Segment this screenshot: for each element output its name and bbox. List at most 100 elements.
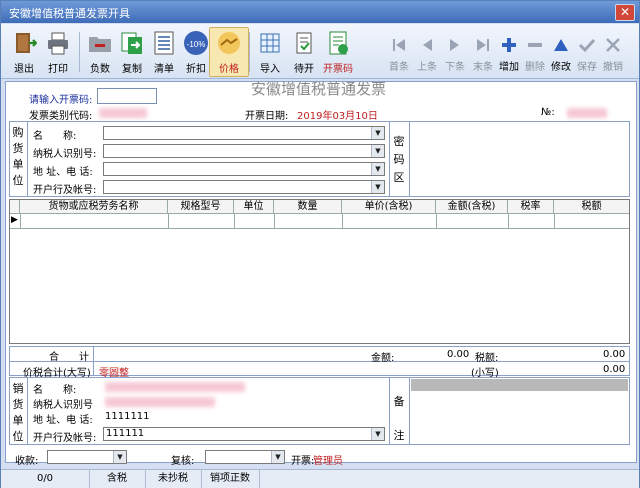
buyer-bank-label: 开户行及帐号: bbox=[33, 185, 97, 196]
delete-label: 删除 bbox=[525, 62, 545, 73]
import-button[interactable]: 导入 bbox=[251, 28, 289, 76]
remark-header-bar bbox=[411, 379, 628, 391]
status-record-count: 0/0 bbox=[1, 470, 90, 488]
exit-button[interactable]: 退出 bbox=[5, 28, 43, 76]
buyer-section-heading: 购 货 单 位 bbox=[12, 125, 24, 189]
prev-record-button[interactable]: 上条 bbox=[413, 28, 441, 76]
cipher-heading-char: 区 bbox=[393, 171, 405, 184]
toolbar-separator bbox=[249, 32, 250, 72]
remark-heading-char: 备 bbox=[393, 395, 405, 408]
save-button[interactable]: 保存 bbox=[573, 28, 601, 76]
seller-heading-char: 货 bbox=[12, 398, 24, 411]
invoice-heading: 安徽增值税普通发票 bbox=[251, 80, 387, 98]
invoice-code-button[interactable]: 开票码 bbox=[319, 28, 357, 76]
copy-icon bbox=[121, 32, 142, 54]
column-header[interactable]: 单位 bbox=[234, 200, 274, 214]
price-button[interactable]: 价格 bbox=[209, 27, 249, 77]
invoice-code-input[interactable] bbox=[97, 88, 157, 104]
first-record-button[interactable]: 首条 bbox=[385, 28, 413, 76]
cell-line bbox=[554, 214, 555, 228]
next-record-button[interactable]: 下条 bbox=[441, 28, 469, 76]
buyer-heading-char: 单 bbox=[12, 158, 24, 171]
signatures-row: 收款: ▼ 复核: ▼ 开票: 管理员 bbox=[1, 448, 639, 468]
remark-heading: 备 注 bbox=[393, 385, 405, 453]
column-header[interactable]: 货物或应税劳务名称 bbox=[20, 200, 168, 214]
edit-button[interactable]: 修改 bbox=[547, 28, 575, 76]
total-tax-value: 0.00 bbox=[603, 349, 626, 360]
reviewer-label: 复核: bbox=[171, 456, 195, 467]
type-code-value bbox=[99, 108, 147, 118]
seller-address-value: 1111111 bbox=[105, 411, 150, 422]
status-invoice-kind: 销项正数 bbox=[201, 470, 260, 488]
print-button[interactable]: 打印 bbox=[39, 28, 77, 76]
chevron-down-icon: ▼ bbox=[371, 181, 384, 193]
delete-button[interactable]: 删除 bbox=[521, 28, 549, 76]
first-record-icon bbox=[393, 39, 405, 51]
column-header[interactable]: 税额 bbox=[554, 200, 629, 214]
pending-button[interactable]: 待开 bbox=[285, 28, 323, 76]
seller-heading-char: 位 bbox=[12, 430, 24, 443]
pending-label: 待开 bbox=[294, 64, 314, 75]
chevron-down-icon: ▼ bbox=[371, 145, 384, 157]
printer-icon bbox=[48, 32, 68, 55]
title-bar: 安徽增值税普通发票开具 ✕ bbox=[1, 1, 639, 23]
cell-line bbox=[20, 214, 21, 228]
seller-taxid-label: 纳税人识别号 bbox=[33, 400, 93, 411]
window-title: 安徽增值税普通发票开具 bbox=[9, 7, 130, 20]
issuer-label: 开票: bbox=[291, 456, 315, 467]
status-bar: 0/0 含税 未抄税 销项正数 bbox=[1, 469, 639, 488]
divider bbox=[27, 377, 28, 445]
seller-bank-label: 开户行及帐号: bbox=[33, 433, 97, 444]
import-label: 导入 bbox=[260, 64, 280, 75]
cipher-area-heading: 密 码 区 bbox=[393, 133, 405, 187]
buyer-name-label: 名 称: bbox=[33, 131, 77, 142]
divider bbox=[409, 377, 410, 445]
column-header[interactable]: 单价(含税) bbox=[342, 200, 436, 214]
list-icon bbox=[154, 31, 174, 55]
divider bbox=[9, 361, 630, 362]
column-header[interactable]: 税率 bbox=[508, 200, 554, 214]
reviewer-select[interactable]: ▼ bbox=[205, 450, 285, 464]
chevron-down-icon: ▼ bbox=[371, 428, 384, 440]
add-button[interactable]: 增加 bbox=[495, 28, 523, 76]
seller-bank-select[interactable]: 111111 ▼ bbox=[103, 427, 385, 441]
column-header[interactable]: 金额(含税) bbox=[436, 200, 508, 214]
issue-date-value: 2019年03月10日 bbox=[297, 111, 378, 122]
undo-button[interactable]: 撤销 bbox=[599, 28, 627, 76]
buyer-heading-char: 货 bbox=[12, 142, 24, 155]
issue-date-label: 开票日期: bbox=[245, 111, 289, 122]
exit-label: 退出 bbox=[14, 64, 34, 75]
buyer-name-select[interactable]: ▼ bbox=[103, 126, 385, 140]
buyer-address-select[interactable]: ▼ bbox=[103, 162, 385, 176]
buyer-taxid-select[interactable]: ▼ bbox=[103, 144, 385, 158]
next-record-icon bbox=[450, 39, 459, 51]
divider bbox=[389, 121, 390, 197]
row-line bbox=[10, 228, 629, 229]
column-header[interactable]: 规格型号 bbox=[168, 200, 234, 214]
payee-select[interactable]: ▼ bbox=[47, 450, 127, 464]
payee-label: 收款: bbox=[15, 456, 39, 467]
buyer-heading-char: 位 bbox=[12, 174, 24, 187]
status-copy-state: 未抄税 bbox=[145, 470, 202, 488]
seller-taxid-value bbox=[105, 397, 215, 407]
close-icon[interactable]: ✕ bbox=[615, 4, 635, 21]
first-record-label: 首条 bbox=[389, 62, 409, 73]
last-record-button[interactable]: 末条 bbox=[469, 28, 497, 76]
save-label: 保存 bbox=[577, 62, 597, 73]
invoice-code-label: 开票码 bbox=[323, 64, 353, 75]
seller-heading-char: 单 bbox=[12, 414, 24, 427]
cell-line bbox=[274, 214, 275, 228]
last-record-icon bbox=[477, 39, 489, 51]
cipher-heading-char: 密 bbox=[393, 135, 405, 148]
total-label: 合 计 bbox=[49, 352, 89, 363]
seller-heading-char: 销 bbox=[12, 382, 24, 395]
column-header[interactable]: 数量 bbox=[274, 200, 342, 214]
undo-icon bbox=[606, 38, 620, 52]
goods-table[interactable]: 货物或应税劳务名称 规格型号 单位 数量 单价(含税) 金额(含税) 税率 税额… bbox=[9, 199, 630, 344]
total-tax-label: 税额: bbox=[475, 353, 499, 364]
print-label: 打印 bbox=[48, 64, 68, 75]
cipher-heading-char: 码 bbox=[393, 153, 405, 166]
buyer-bank-select[interactable]: ▼ bbox=[103, 180, 385, 194]
status-tax-mode: 含税 bbox=[89, 470, 146, 488]
seller-name-value bbox=[105, 382, 245, 392]
